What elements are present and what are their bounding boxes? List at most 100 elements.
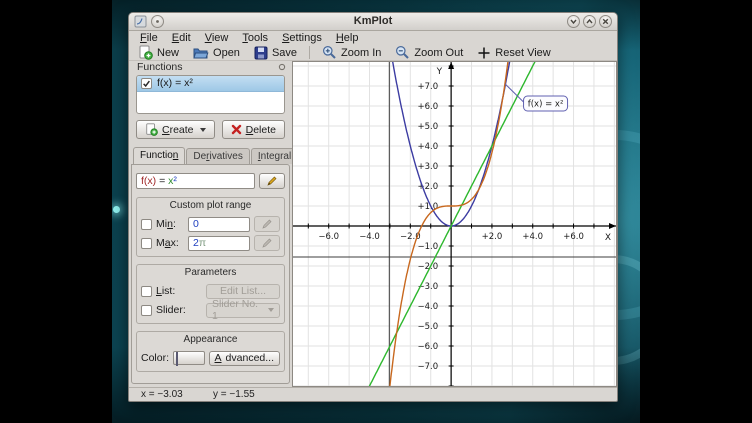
appearance-title: Appearance bbox=[141, 334, 280, 347]
chevron-down-icon bbox=[200, 128, 206, 132]
open-label: Open bbox=[213, 47, 240, 59]
maximize-button[interactable] bbox=[583, 15, 596, 28]
custom-plot-range-title: Custom plot range bbox=[141, 200, 280, 213]
svg-text:Y: Y bbox=[436, 67, 443, 77]
list-checkbox[interactable] bbox=[141, 286, 152, 297]
custom-plot-range-group: Custom plot range Min: 0 bbox=[136, 197, 285, 257]
create-label: Create bbox=[162, 124, 194, 136]
edit-max-button bbox=[254, 235, 280, 251]
open-button[interactable]: Open bbox=[187, 45, 246, 61]
close-button[interactable] bbox=[599, 15, 612, 28]
function-list: f(x) = x² bbox=[136, 75, 285, 114]
zoom-in-icon bbox=[322, 45, 337, 60]
svg-text:+6.0: +6.0 bbox=[417, 102, 438, 112]
svg-text:−7.0: −7.0 bbox=[417, 362, 438, 372]
tab-derivatives[interactable]: Derivatives bbox=[186, 148, 250, 164]
pencil-icon bbox=[261, 237, 273, 249]
functions-panel-title: Functions bbox=[137, 61, 183, 73]
delete-label: Delete bbox=[246, 124, 276, 136]
edit-equation-button[interactable] bbox=[259, 173, 285, 189]
reset-view-button[interactable]: Reset View bbox=[471, 45, 556, 61]
zoom-in-button[interactable]: Zoom In bbox=[316, 45, 387, 61]
zoom-out-label: Zoom Out bbox=[414, 47, 463, 59]
reset-view-icon bbox=[477, 46, 491, 60]
zoom-out-icon bbox=[395, 45, 410, 60]
svg-text:−5.0: −5.0 bbox=[417, 322, 438, 332]
menu-settings[interactable]: Settings bbox=[275, 31, 329, 45]
menu-view[interactable]: View bbox=[198, 31, 236, 45]
zoom-in-label: Zoom In bbox=[341, 47, 381, 59]
svg-text:+6.0: +6.0 bbox=[563, 232, 584, 242]
toolbar: New Open Save bbox=[129, 45, 617, 61]
menu-help[interactable]: Help bbox=[329, 31, 366, 45]
svg-text:+5.0: +5.0 bbox=[417, 122, 438, 132]
max-input[interactable]: 2π bbox=[188, 236, 250, 251]
new-button[interactable]: New bbox=[132, 45, 185, 61]
statusbar: x = −3.03 y = −1.55 bbox=[129, 387, 617, 401]
svg-text:+2.0: +2.0 bbox=[417, 182, 438, 192]
kmplot-window: KmPlot File Edit View Tools Settings Hel… bbox=[128, 12, 618, 402]
svg-text:X: X bbox=[605, 233, 611, 243]
svg-text:+2.0: +2.0 bbox=[482, 232, 503, 242]
pencil-icon bbox=[266, 175, 278, 187]
svg-text:f(x) = x²: f(x) = x² bbox=[528, 100, 564, 110]
plot-canvas[interactable]: −6.0−4.0−2.0+2.0+4.0+6.0+7.0+6.0+5.0+4.0… bbox=[293, 62, 617, 386]
pencil-icon bbox=[261, 218, 273, 230]
svg-text:−1.0: −1.0 bbox=[417, 242, 438, 252]
svg-text:+1.0: +1.0 bbox=[417, 202, 438, 212]
plot-area[interactable]: −6.0−4.0−2.0+2.0+4.0+6.0+7.0+6.0+5.0+4.0… bbox=[292, 61, 617, 387]
parameters-title: Parameters bbox=[141, 267, 280, 280]
create-button[interactable]: Create bbox=[136, 120, 215, 139]
equation-equals: = bbox=[156, 175, 168, 187]
svg-text:+3.0: +3.0 bbox=[417, 162, 438, 172]
menu-tools[interactable]: Tools bbox=[235, 31, 275, 45]
slider-label: Slider: bbox=[156, 304, 190, 316]
svg-text:−4.0: −4.0 bbox=[417, 302, 438, 312]
save-icon bbox=[254, 46, 268, 60]
edit-list-button: Edit List... bbox=[206, 284, 280, 299]
function-visible-checkbox[interactable] bbox=[141, 78, 152, 89]
svg-text:+4.0: +4.0 bbox=[522, 232, 543, 242]
menu-file[interactable]: File bbox=[133, 31, 165, 45]
titlebar[interactable]: KmPlot bbox=[129, 13, 617, 31]
function-list-item-label: f(x) = x² bbox=[157, 77, 193, 89]
save-label: Save bbox=[272, 47, 297, 59]
delete-icon bbox=[231, 124, 242, 135]
zoom-out-button[interactable]: Zoom Out bbox=[389, 45, 469, 61]
delete-button[interactable]: Delete bbox=[222, 120, 285, 139]
color-swatch bbox=[176, 352, 178, 366]
window-title: KmPlot bbox=[129, 15, 617, 27]
min-checkbox[interactable] bbox=[141, 219, 152, 230]
open-icon bbox=[193, 46, 209, 60]
min-label: Min: bbox=[156, 218, 184, 230]
appearance-group: Appearance Color: Advanced... bbox=[136, 331, 285, 372]
editor-tabs: Function Derivatives Integral bbox=[133, 147, 292, 164]
create-icon bbox=[145, 123, 158, 136]
minimize-button[interactable] bbox=[567, 15, 580, 28]
advanced-button[interactable]: Advanced... bbox=[209, 351, 280, 366]
min-input[interactable]: 0 bbox=[188, 217, 250, 232]
max-label: Max: bbox=[156, 237, 184, 249]
max-checkbox[interactable] bbox=[141, 238, 152, 249]
svg-text:+4.0: +4.0 bbox=[417, 142, 438, 152]
save-button[interactable]: Save bbox=[248, 45, 303, 61]
equation-input[interactable]: f(x) = x² bbox=[136, 173, 255, 189]
color-label: Color: bbox=[141, 352, 169, 364]
equation-function-part: f(x) bbox=[141, 175, 156, 187]
cursor-x-readout: x = −3.03 bbox=[141, 389, 183, 400]
equation-power: ² bbox=[173, 175, 177, 187]
color-swatch-button[interactable] bbox=[173, 351, 205, 365]
svg-text:−6.0: −6.0 bbox=[417, 342, 438, 352]
menu-edit[interactable]: Edit bbox=[165, 31, 198, 45]
functions-panel: Functions f(x) = x² bbox=[129, 61, 292, 387]
reset-view-label: Reset View bbox=[495, 47, 550, 59]
dock-float-icon[interactable] bbox=[278, 63, 286, 71]
function-list-item[interactable]: f(x) = x² bbox=[137, 76, 284, 92]
cursor-y-readout: y = −1.55 bbox=[213, 389, 255, 400]
slider-select: Slider No. 1 bbox=[206, 303, 280, 318]
tab-function[interactable]: Function bbox=[133, 147, 185, 164]
svg-text:+7.0: +7.0 bbox=[417, 82, 438, 92]
slider-checkbox[interactable] bbox=[141, 305, 152, 316]
screen: KmPlot File Edit View Tools Settings Hel… bbox=[0, 0, 752, 423]
menubar: File Edit View Tools Settings Help bbox=[129, 31, 617, 45]
